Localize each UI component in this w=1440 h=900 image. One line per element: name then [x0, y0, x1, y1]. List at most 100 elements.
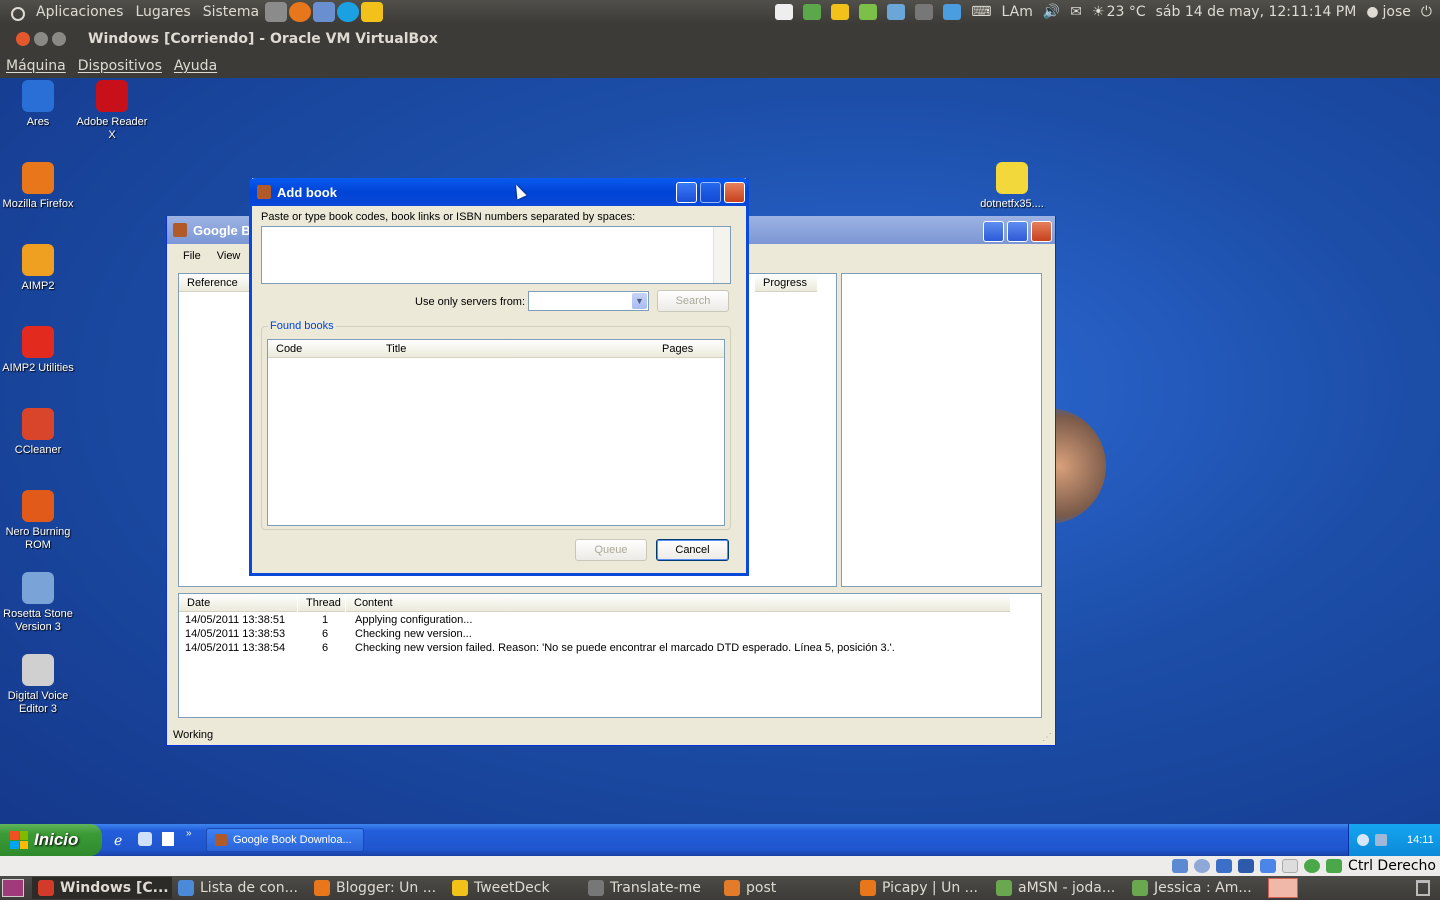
menu-ayuda[interactable]: Ayuda: [174, 58, 217, 74]
user-name[interactable]: jose: [1383, 4, 1411, 20]
queue-button[interactable]: Queue: [575, 539, 647, 561]
weather-temp[interactable]: 23 °C: [1107, 4, 1146, 20]
menu-view[interactable]: View: [217, 250, 241, 262]
maximize-icon[interactable]: [52, 32, 66, 46]
cancel-button[interactable]: Cancel: [656, 539, 729, 561]
show-desktop-icon[interactable]: [2, 879, 24, 897]
wifi-tray-icon[interactable]: [915, 4, 934, 20]
col-reference[interactable]: Reference: [179, 274, 251, 292]
desktop-icon[interactable]: Rosetta Stone Version 3: [0, 572, 76, 634]
panel-task-item[interactable]: aMSN - joda...: [990, 877, 1126, 899]
panel-task-item[interactable]: Lista de con...: [172, 877, 308, 899]
menu-lugares[interactable]: Lugares: [135, 4, 190, 20]
cdrom-icon[interactable]: [1194, 859, 1211, 873]
codes-textarea[interactable]: [261, 226, 731, 284]
usb-icon[interactable]: [1216, 859, 1233, 873]
dropbox-tray-icon[interactable]: [943, 4, 962, 20]
table-row[interactable]: 14/05/2011 13:38:53 6 Checking new version…: [185, 628, 1055, 640]
menu-sistema[interactable]: Sistema: [203, 4, 259, 20]
panel-task-item[interactable]: Blogger: Un ...: [308, 877, 446, 899]
desktop-icon[interactable]: AIMP2: [0, 244, 76, 293]
datetime[interactable]: sáb 14 de may, 12:11:14 PM: [1156, 4, 1357, 20]
add-book-titlebar[interactable]: Add book: [249, 178, 749, 206]
weather-icon[interactable]: ☀: [1092, 4, 1105, 20]
menu-aplicaciones[interactable]: Aplicaciones: [36, 4, 123, 20]
desktop-icon[interactable]: Ares: [0, 80, 76, 129]
panel-task-item[interactable]: Jessica : Am...: [1126, 877, 1262, 899]
mouse-integration-icon[interactable]: [1282, 859, 1299, 873]
tweetdeck-launcher-icon[interactable]: [361, 2, 384, 22]
keyboard-icon[interactable]: ⌨: [971, 4, 991, 20]
chevron-right-icon[interactable]: »: [186, 828, 192, 839]
log-list[interactable]: Date Thread Content 14/05/2011 13:38:51 1…: [178, 593, 1042, 718]
desktop-quicklaunch-icon[interactable]: [138, 832, 152, 846]
table-row[interactable]: 14/05/2011 13:38:54 6 Checking new version…: [185, 642, 1055, 654]
close-button[interactable]: [1031, 221, 1052, 242]
close-button[interactable]: [724, 182, 745, 203]
close-icon[interactable]: [16, 32, 30, 46]
panel-task-item[interactable]: Translate-me: [582, 877, 718, 899]
doc-quicklaunch-icon[interactable]: [162, 832, 174, 846]
harddisk-icon[interactable]: [1172, 859, 1189, 873]
network-tray-icon[interactable]: [1357, 834, 1369, 846]
volume-icon[interactable]: 🔊: [1043, 4, 1060, 20]
maximize-button[interactable]: [700, 182, 721, 203]
safely-remove-tray-icon[interactable]: [1375, 834, 1387, 846]
minimize-button[interactable]: [983, 221, 1004, 242]
desktop-icon[interactable]: CCleaner: [0, 408, 76, 457]
signal-tray-icon[interactable]: [887, 4, 906, 20]
col-code[interactable]: Code: [268, 340, 378, 358]
ie-quicklaunch-icon[interactable]: ℯ: [114, 832, 122, 849]
users-launcher-icon[interactable]: [265, 2, 288, 22]
panel-task-item[interactable]: post: [718, 877, 854, 899]
network-icon[interactable]: [1238, 859, 1255, 873]
minimize-icon[interactable]: [34, 32, 48, 46]
menu-file[interactable]: File: [183, 250, 201, 262]
skype-launcher-icon[interactable]: [337, 2, 360, 22]
found-books-list[interactable]: Code Title Pages: [267, 339, 725, 526]
servers-select[interactable]: ▼: [528, 291, 649, 311]
search-button[interactable]: Search: [657, 290, 729, 312]
desktop-icon-label: AIMP2: [21, 280, 55, 292]
col-thread[interactable]: Thread: [298, 594, 345, 612]
keyboard-layout[interactable]: LAm: [1002, 4, 1033, 20]
resize-grip-icon[interactable]: ⋰: [1042, 732, 1052, 743]
col-progress[interactable]: Progress: [755, 274, 817, 292]
col-content[interactable]: Content: [346, 594, 1010, 612]
menu-maquina[interactable]: Máquina: [6, 58, 66, 74]
virtualization-icon[interactable]: [1304, 859, 1321, 873]
desktop-icon[interactable]: AIMP2 Utilities: [0, 326, 76, 375]
textarea-scrollbar[interactable]: [713, 227, 730, 283]
update-tray-icon[interactable]: [859, 4, 878, 20]
trash-icon[interactable]: [1416, 880, 1430, 896]
minimize-button[interactable]: [676, 182, 697, 203]
panel-task-item[interactable]: Windows [C...: [32, 877, 172, 899]
col-pages[interactable]: Pages: [648, 340, 696, 358]
firefox-launcher-icon[interactable]: [289, 2, 312, 22]
panel-task-item[interactable]: TweetDeck: [446, 877, 582, 899]
contacts-tray-icon[interactable]: [803, 4, 822, 20]
pidgin-launcher-icon[interactable]: [313, 2, 336, 22]
xp-clock[interactable]: 14:11: [1407, 834, 1434, 846]
active-window-indicator-icon[interactable]: [1268, 878, 1298, 898]
desktop-icon[interactable]: Nero Burning ROM: [0, 490, 76, 552]
power-icon[interactable]: ⏻: [1421, 4, 1432, 20]
chevron-down-icon[interactable]: ▼: [632, 293, 647, 309]
desktop-icon[interactable]: Digital Voice Editor 3: [0, 654, 76, 716]
mail-icon[interactable]: ✉: [1070, 4, 1082, 20]
maximize-button[interactable]: [1007, 221, 1028, 242]
tweetdeck-tray-icon[interactable]: [831, 4, 850, 20]
col-title[interactable]: Title: [378, 340, 648, 358]
desktop-icon[interactable]: Mozilla Firefox: [0, 162, 76, 211]
desktop-icon[interactable]: dotnetfx35....: [974, 162, 1050, 211]
table-row[interactable]: 14/05/2011 13:38:51 1 Applying configurati…: [185, 614, 1055, 626]
notes-tray-icon[interactable]: [775, 4, 794, 20]
menu-dispositivos[interactable]: Dispositivos: [78, 58, 162, 74]
taskbar-item-google-book[interactable]: Google Book Downloa...: [206, 828, 364, 852]
shared-folders-icon[interactable]: [1260, 859, 1277, 873]
desktop-icon[interactable]: Adobe Reader X: [74, 80, 150, 142]
host-key-icon[interactable]: [1326, 859, 1343, 873]
start-button[interactable]: Inicio: [0, 824, 102, 856]
col-date[interactable]: Date: [179, 594, 297, 612]
panel-task-item[interactable]: Picapy | Un ...: [854, 877, 990, 899]
